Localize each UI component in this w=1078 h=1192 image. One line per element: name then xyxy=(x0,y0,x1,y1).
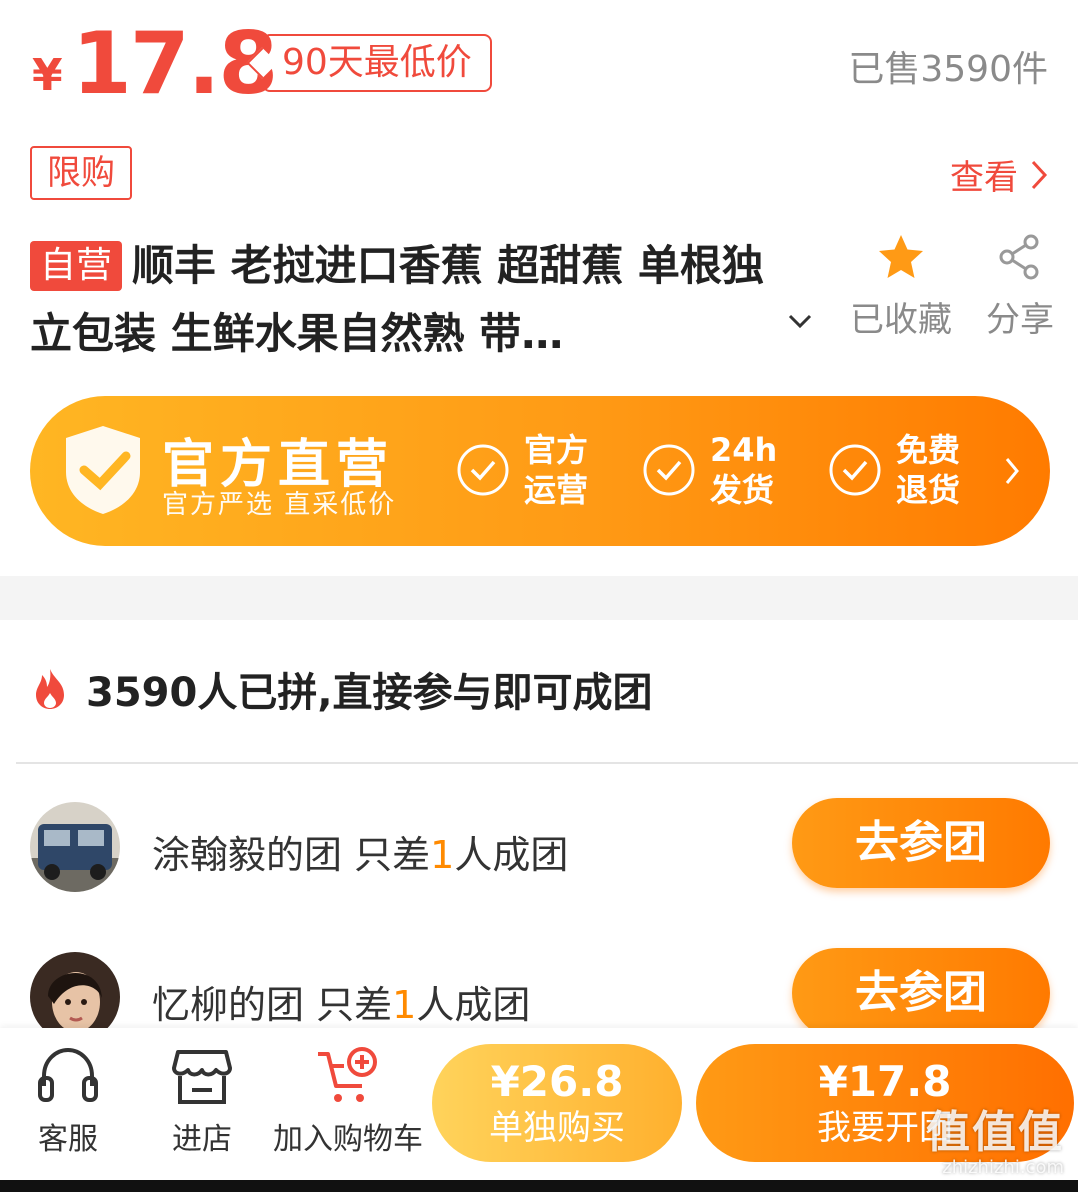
system-nav-strip xyxy=(0,1180,1078,1192)
group-need-suffix: 人成团 xyxy=(416,983,531,1027)
feature-line2: 运营 xyxy=(524,471,589,509)
product-title-text: 顺丰 老挝进口香蕉 超甜蕉 单根独立包装 生鲜水果自然熟 带… xyxy=(30,241,764,358)
watermark-sub: zhizhizhi.com xyxy=(942,1157,1064,1178)
group-need-prefix: 只差 xyxy=(316,983,393,1027)
group-need-prefix: 只差 xyxy=(354,833,431,877)
customer-service-label: 客服 xyxy=(38,1122,98,1157)
feature-24h-shipping: 24h 发货 xyxy=(642,430,777,510)
group-need-count: 1 xyxy=(430,833,455,877)
group-header-text: 3590人已拼,直接参与即可成团 xyxy=(86,670,653,716)
lowest-price-tag: 90天最低价 xyxy=(262,34,492,92)
check-circle-icon xyxy=(643,444,695,496)
shield-check-icon xyxy=(66,426,140,514)
group-need-suffix: 人成团 xyxy=(454,833,569,877)
chevron-down-icon[interactable] xyxy=(786,312,814,332)
group-row-text: 忆柳的团 只差1人成团 xyxy=(152,974,530,1029)
product-title: 自营 顺丰 老挝进口香蕉 超甜蕉 单根独立包装 生鲜水果自然熟 带… xyxy=(30,232,770,368)
group-row-text: 涂翰毅的团 只差1人成团 xyxy=(152,824,568,879)
share-icon xyxy=(999,234,1039,280)
check-circle-icon xyxy=(457,444,509,496)
feature-line1: 免费 xyxy=(896,431,961,469)
group-row: 涂翰毅的团 只差1人成团 去参团 xyxy=(30,798,1050,894)
add-to-cart-button[interactable]: 加入购物车 xyxy=(272,1046,424,1158)
feature-line2: 发货 xyxy=(710,471,775,509)
join-group-button[interactable]: 去参团 xyxy=(792,798,1050,888)
group-need-count: 1 xyxy=(392,983,417,1027)
share-label: 分享 xyxy=(986,300,1054,340)
avatar xyxy=(30,802,120,892)
section-divider xyxy=(0,576,1078,620)
limit-purchase-tag: 限购 xyxy=(30,146,132,200)
watermark: 值值值 zhizhizhi.com xyxy=(926,1107,1064,1179)
bottom-action-bar: 客服 进店 加入购物车 ¥26.8 单独购买 ¥17.8 我要开团 xyxy=(0,1028,1078,1180)
join-group-button[interactable]: 去参团 xyxy=(792,948,1050,1038)
customer-service-button[interactable]: 客服 xyxy=(30,1046,106,1158)
sold-count: 已售3590件 xyxy=(848,49,1048,90)
self-operated-badge: 自营 xyxy=(30,241,123,291)
store-label: 进店 xyxy=(172,1122,232,1157)
star-icon xyxy=(879,235,923,278)
single-price: ¥26.8 xyxy=(490,1057,624,1106)
feature-line2: 退货 xyxy=(896,471,961,509)
feature-official-operation: 官方 运营 xyxy=(456,430,588,510)
store-icon xyxy=(172,1050,232,1104)
buy-single-button[interactable]: ¥26.8 单独购买 xyxy=(432,1044,682,1162)
add-to-cart-label: 加入购物车 xyxy=(273,1122,423,1157)
group-leader-name: 涂翰毅的团 xyxy=(152,833,343,877)
group-leader-name: 忆柳的团 xyxy=(152,983,305,1027)
share-button[interactable]: 分享 xyxy=(980,232,1060,341)
cart-add-icon xyxy=(318,1047,377,1102)
single-label: 单独购买 xyxy=(489,1108,625,1148)
group-price: ¥17.8 xyxy=(818,1057,952,1106)
feature-line1: 官方 xyxy=(524,431,589,469)
banner-subtitle: 官方严选 直采低价 xyxy=(162,490,397,520)
headset-icon xyxy=(38,1047,98,1102)
favorite-button[interactable]: 已收藏 xyxy=(846,232,956,341)
feature-line1: 24h xyxy=(710,431,778,469)
watermark-main: 值值值 xyxy=(926,1107,1064,1158)
chevron-right-icon xyxy=(1005,458,1019,484)
group-header: 3590人已拼,直接参与即可成团 xyxy=(30,660,653,718)
chevron-right-icon xyxy=(1031,160,1048,189)
view-label: 查看 xyxy=(950,158,1018,198)
feature-free-return: 免费 退货 xyxy=(828,430,960,510)
view-link[interactable]: 查看 xyxy=(950,150,1048,199)
divider xyxy=(16,762,1078,764)
store-button[interactable]: 进店 xyxy=(164,1046,240,1158)
official-store-banner[interactable]: 官方直营 官方严选 直采低价 官方 运营 24h 发货 免费 退货 xyxy=(30,396,1050,546)
currency-symbol: ¥ xyxy=(32,50,63,101)
favorite-label: 已收藏 xyxy=(850,300,952,340)
price-value: 17.8 xyxy=(72,14,278,114)
flame-icon xyxy=(36,669,64,709)
check-circle-icon xyxy=(829,444,881,496)
